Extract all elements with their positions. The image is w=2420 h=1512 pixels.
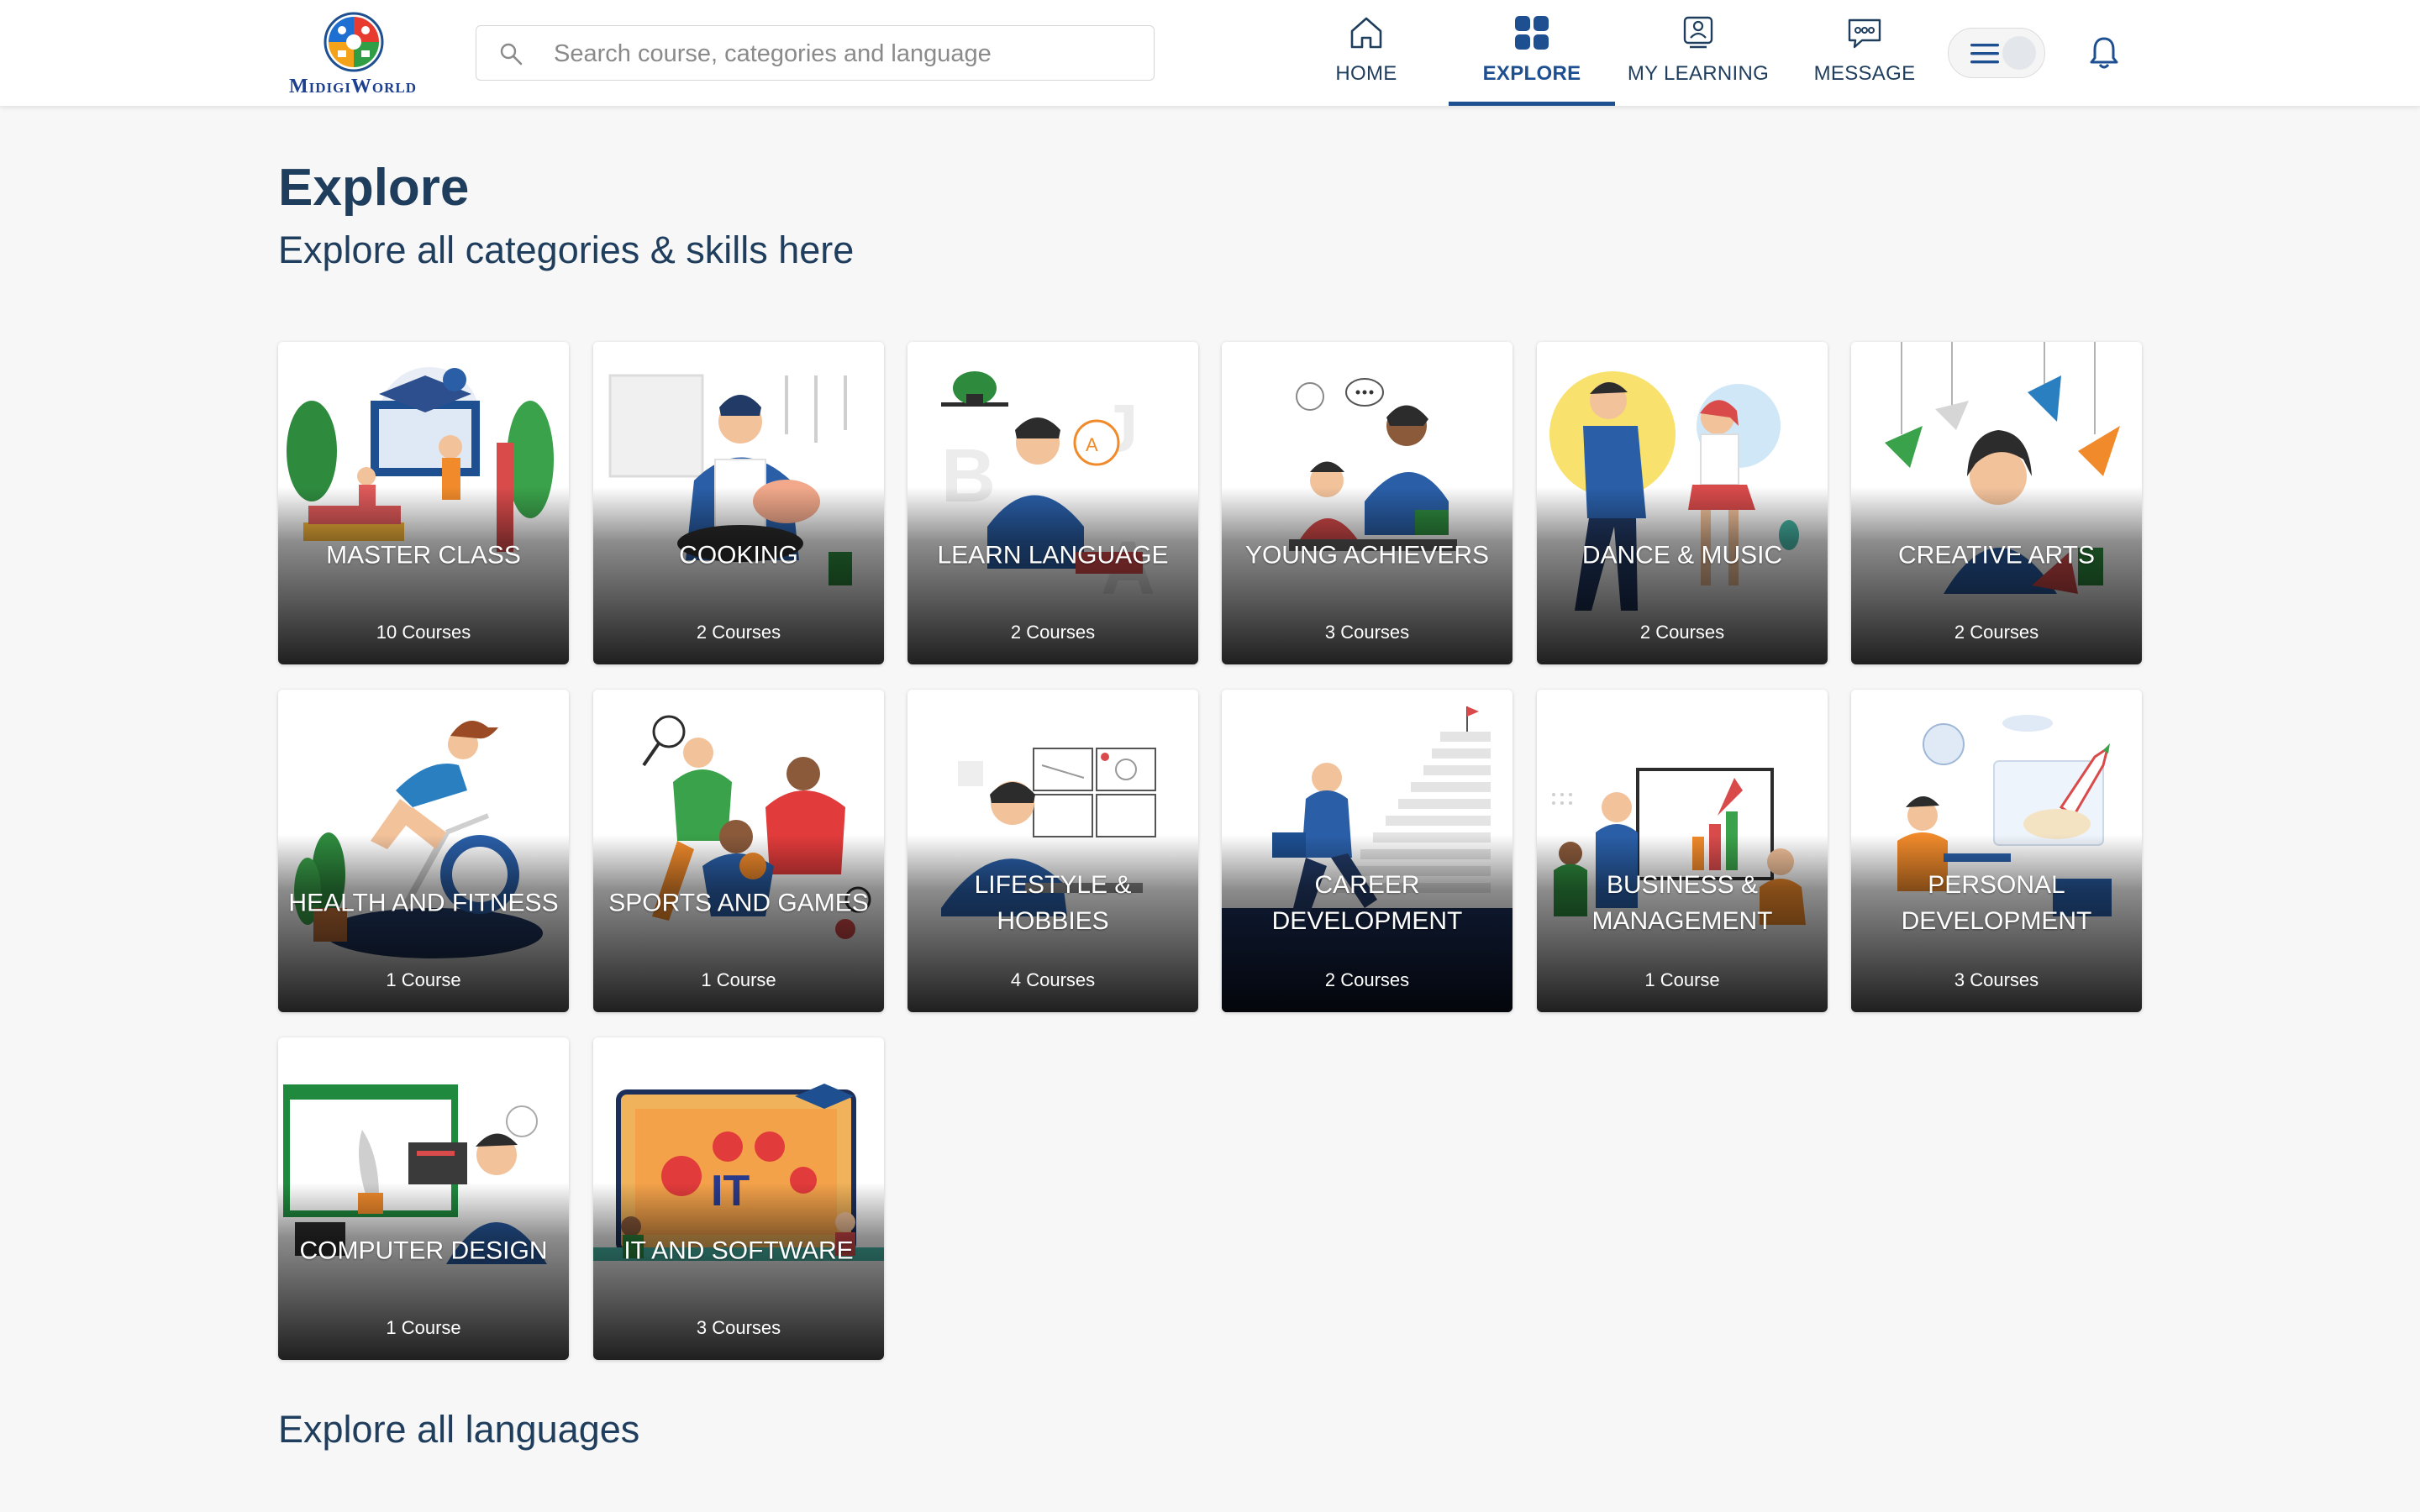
category-card-dance-music[interactable]: Dance & Music 2 Courses <box>1537 342 1828 664</box>
category-card-cooking[interactable]: Cooking 2 Courses <box>593 342 884 664</box>
logo-emblem-icon <box>324 12 384 72</box>
card-gradient-overlay <box>593 342 884 664</box>
category-course-count: 2 Courses <box>1010 622 1096 643</box>
category-title: Master Class <box>326 541 521 570</box>
category-course-count: 1 Course <box>386 969 461 990</box>
search-input[interactable] <box>552 34 1135 73</box>
category-card-creative-arts[interactable]: Creative Arts 2 Courses <box>1851 342 2142 664</box>
category-card-sports-games[interactable]: Sports and Games 1 Course <box>593 690 884 1012</box>
top-navigation-bar: MidigiWorld HOME EXPLORE MY LEARN <box>0 0 2420 106</box>
category-title: Health and Fitness <box>288 889 559 917</box>
search-bar[interactable] <box>476 25 1155 81</box>
category-card-career-development[interactable]: Career Development 2 Courses <box>1222 690 1512 1012</box>
languages-section-title: Explore all languages <box>278 1408 640 1451</box>
category-course-count: 2 Courses <box>1954 622 2039 643</box>
page-title: Explore <box>278 159 470 217</box>
category-title: Creative Arts <box>1898 541 2095 570</box>
card-gradient-overlay <box>1222 690 1512 1012</box>
search-icon <box>500 43 523 66</box>
category-title: Dance & Music <box>1581 541 1783 570</box>
category-title: Sports and Games <box>608 889 869 917</box>
category-card-business-management[interactable]: Business & Management 1 Course <box>1537 690 1828 1012</box>
category-card-personal-development[interactable]: Personal Development 3 Courses <box>1851 690 2142 1012</box>
category-title: Business & Management <box>1591 871 1773 935</box>
nav-explore-label: EXPLORE <box>1482 62 1581 85</box>
category-card-young-achievers[interactable]: Young Achievers 3 Courses <box>1222 342 1512 664</box>
category-title: Young Achievers <box>1244 541 1490 570</box>
page-subtitle: Explore all categories & skills here <box>278 228 855 271</box>
nav-my-learning[interactable]: MY LEARNING <box>1615 0 1781 106</box>
category-title: Lifestyle & Hobbies <box>974 871 1132 935</box>
category-card-it-software[interactable]: IT IT and Software 3 Courses <box>593 1037 884 1360</box>
category-course-count: 2 Courses <box>1324 969 1410 990</box>
category-card-computer-design[interactable]: Computer Design 1 Course <box>278 1037 569 1360</box>
avatar <box>2002 36 2036 70</box>
category-title: Cooking <box>679 541 798 570</box>
card-gradient-overlay <box>1851 342 2142 664</box>
nav-explore[interactable]: EXPLORE <box>1449 0 1615 106</box>
card-gradient-overlay <box>1851 690 2142 1012</box>
home-icon <box>1350 17 1382 49</box>
category-course-count: 3 Courses <box>1324 622 1410 643</box>
account-menu-button[interactable] <box>1948 28 2045 78</box>
card-gradient-overlay <box>908 342 1198 664</box>
nav-home-label: HOME <box>1335 62 1397 85</box>
category-title: IT and Software <box>623 1236 854 1265</box>
card-gradient-overlay <box>278 690 569 1012</box>
card-gradient-overlay <box>1222 342 1512 664</box>
card-gradient-overlay <box>593 690 884 1012</box>
category-course-count: 2 Courses <box>1639 622 1725 643</box>
active-tab-indicator <box>1449 102 1615 106</box>
category-card-lifestyle-hobbies[interactable]: Lifestyle & Hobbies 4 Courses <box>908 690 1198 1012</box>
brand-name: MidigiWorld <box>288 76 418 97</box>
card-gradient-overlay <box>593 1037 884 1360</box>
nav-message[interactable]: MESSAGE <box>1781 0 1948 106</box>
brand-logo[interactable]: MidigiWorld <box>277 12 429 97</box>
category-course-count: 1 Course <box>386 1317 461 1338</box>
card-gradient-overlay <box>1537 690 1828 1012</box>
nav-home[interactable]: HOME <box>1283 0 1449 106</box>
category-course-count: 3 Courses <box>1954 969 2039 990</box>
category-course-count: 1 Course <box>701 969 776 990</box>
category-title: Learn Language <box>937 541 1169 570</box>
category-course-count: 2 Courses <box>696 622 781 643</box>
category-course-count: 1 Course <box>1644 969 1720 990</box>
category-title: Career Development <box>1271 871 1463 935</box>
card-gradient-overlay <box>1537 342 1828 664</box>
category-title: Personal Development <box>1901 871 2092 935</box>
category-title: Computer Design <box>299 1236 548 1265</box>
category-course-count: 4 Courses <box>1010 969 1096 990</box>
card-gradient-overlay <box>278 342 569 664</box>
card-gradient-overlay <box>908 690 1198 1012</box>
category-card-learn-language[interactable]: B J A A Learn Language 2 Courses <box>908 342 1198 664</box>
nav-my-learning-label: MY LEARNING <box>1627 62 1770 85</box>
hamburger-icon <box>1970 44 1999 64</box>
explore-grid-icon <box>1515 16 1549 50</box>
nav-message-label: MESSAGE <box>1813 62 1916 85</box>
bell-icon[interactable] <box>2089 35 2119 71</box>
learning-icon <box>1683 16 1713 49</box>
category-course-count: 3 Courses <box>696 1317 781 1338</box>
category-course-count: 10 Courses <box>376 622 471 643</box>
category-card-master-class[interactable]: Master Class 10 Courses <box>278 342 569 664</box>
category-card-health-fitness[interactable]: Health and Fitness 1 Course <box>278 690 569 1012</box>
message-icon <box>1848 18 1881 49</box>
card-gradient-overlay <box>278 1037 569 1360</box>
